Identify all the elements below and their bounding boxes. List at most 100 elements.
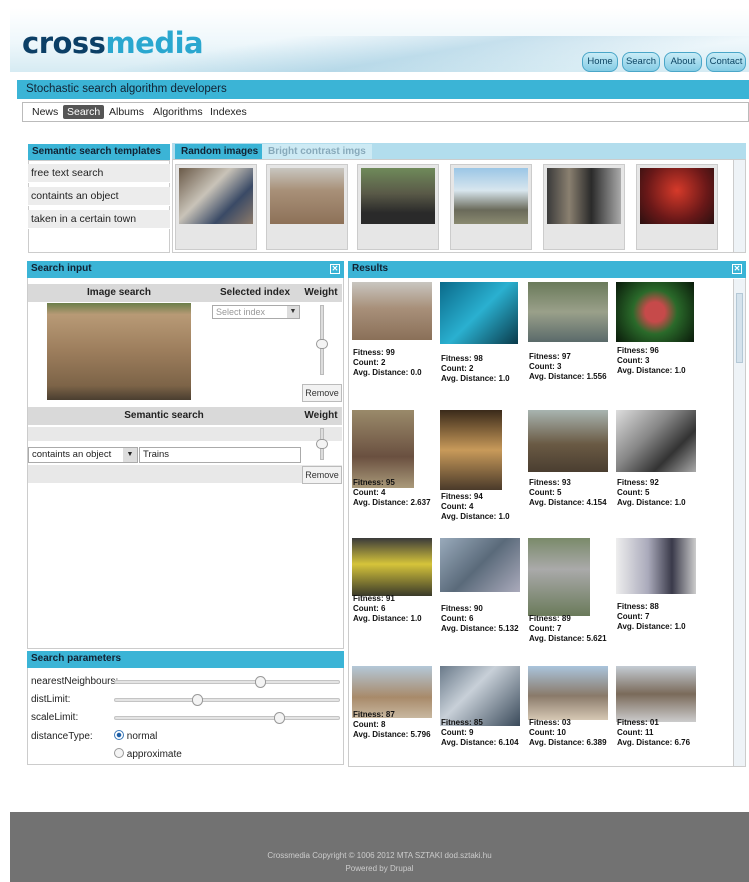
result-avg: Avg. Distance: 5.621 <box>529 634 607 643</box>
result-avg: Avg. Distance: 4.154 <box>529 498 607 507</box>
result-avg: Avg. Distance: 5.796 <box>353 730 431 739</box>
semantic-footer <box>28 465 342 483</box>
result-count: Count: 11 <box>617 728 654 737</box>
nav-about-button[interactable]: About <box>664 52 702 72</box>
slider-knob[interactable] <box>274 712 286 724</box>
tab-random-images[interactable]: Random images <box>175 144 265 159</box>
result-image[interactable] <box>352 410 414 488</box>
strip-thumb[interactable] <box>357 164 439 250</box>
search-input-header: Search input ✕ <box>27 261 344 278</box>
result-image[interactable] <box>352 282 432 340</box>
template-free-text[interactable]: free text search <box>28 164 170 183</box>
param-label-dist: distLimit: <box>31 694 71 705</box>
remove-semantic-button[interactable]: Remove <box>302 466 342 484</box>
menu-item-search[interactable]: Search <box>63 105 105 119</box>
result-image[interactable] <box>616 410 696 472</box>
remove-image-button[interactable]: Remove <box>302 384 342 402</box>
radio-empty-icon <box>114 748 124 758</box>
semantic-value-input[interactable]: Trains <box>139 447 301 463</box>
footer-powered: Powered by Drupal <box>345 864 414 873</box>
result-image[interactable] <box>528 666 608 720</box>
result-count: Count: 4 <box>353 488 386 497</box>
template-certain-town[interactable]: taken in a certain town <box>28 210 170 229</box>
results-title: Results <box>352 263 389 274</box>
strip-scrollbar[interactable] <box>733 160 745 252</box>
result-avg: Avg. Distance: 5.132 <box>441 624 519 633</box>
semantic-search-label: Semantic search <box>28 407 300 425</box>
result-fitness: Fitness: 03 <box>529 718 571 727</box>
result-count: Count: 6 <box>441 614 474 623</box>
index-select[interactable]: Select index ▼ <box>212 305 300 319</box>
chevron-down-icon: ▼ <box>123 448 137 462</box>
tab-bright-contrast[interactable]: Bright contrast imgs <box>262 144 372 159</box>
result-stats: Fitness: 94 Count: 4 Avg. Distance: 1.0 <box>441 492 510 522</box>
site-logo[interactable]: crossmedia <box>22 26 204 60</box>
nav-home-button[interactable]: Home <box>582 52 618 72</box>
result-image[interactable] <box>528 410 608 472</box>
result-avg: Avg. Distance: 1.0 <box>353 614 422 623</box>
image-weight-slider[interactable] <box>316 305 328 375</box>
nav-search-button[interactable]: Search <box>622 52 660 72</box>
results-grid: Fitness: 99 Count: 2 Avg. Distance: 0.0 Fit… <box>352 282 732 766</box>
footer-copyright: Crossmedia Copyright © 1006 2012 MTA SZT… <box>267 851 492 860</box>
template-contains-object[interactable]: containts an object <box>28 187 170 206</box>
nearest-neighbours-slider[interactable] <box>114 676 340 688</box>
strip-thumb[interactable] <box>266 164 348 250</box>
menu-item-algorithms[interactable]: Algorithms <box>153 106 203 118</box>
strip-image <box>179 168 253 224</box>
semantic-weight-slider[interactable] <box>316 428 328 460</box>
result-fitness: Fitness: 01 <box>617 718 659 727</box>
result-image[interactable] <box>528 538 590 616</box>
strip-image <box>361 168 435 224</box>
semantic-type-select[interactable]: containts an object ▼ <box>28 447 138 463</box>
result-avg: Avg. Distance: 1.0 <box>617 622 686 631</box>
close-icon[interactable]: ✕ <box>732 264 742 274</box>
chevron-down-icon: ▼ <box>287 306 299 318</box>
slider-knob[interactable] <box>254 676 266 688</box>
result-count: Count: 6 <box>353 604 386 613</box>
result-image[interactable] <box>528 282 608 342</box>
result-image[interactable] <box>616 282 694 342</box>
radio-approximate[interactable]: approximate <box>114 748 182 760</box>
result-count: Count: 4 <box>441 502 474 511</box>
result-fitness: Fitness: 89 <box>529 614 571 623</box>
menu-item-indexes[interactable]: Indexes <box>210 106 247 118</box>
scale-limit-slider[interactable] <box>114 712 340 724</box>
result-count: Count: 5 <box>617 488 650 497</box>
result-count: Count: 3 <box>617 356 650 365</box>
result-fitness: Fitness: 92 <box>617 478 659 487</box>
result-image[interactable] <box>440 282 518 344</box>
radio-normal[interactable]: normal <box>114 730 157 742</box>
slider-knob[interactable] <box>316 439 328 449</box>
site-footer: Crossmedia Copyright © 1006 2012 MTA SZT… <box>10 812 749 882</box>
slider-knob[interactable] <box>316 339 328 349</box>
strip-thumb[interactable] <box>543 164 625 250</box>
result-image[interactable] <box>440 538 520 592</box>
radio-selected-icon <box>114 730 124 740</box>
strip-thumb[interactable] <box>175 164 257 250</box>
menu-item-news[interactable]: News <box>32 106 58 118</box>
strip-image <box>270 168 344 224</box>
result-image[interactable] <box>616 538 696 594</box>
result-avg: Avg. Distance: 6.76 <box>617 738 691 747</box>
result-image[interactable] <box>440 666 520 726</box>
result-stats: Fitness: 91 Count: 6 Avg. Distance: 1.0 <box>353 594 422 624</box>
results-scrollbar[interactable] <box>733 279 745 766</box>
result-stats: Fitness: 93 Count: 5 Avg. Distance: 4.154 <box>529 478 607 508</box>
result-image[interactable] <box>352 538 432 596</box>
close-icon[interactable]: ✕ <box>330 264 340 274</box>
result-stats: Fitness: 97 Count: 3 Avg. Distance: 1.556 <box>529 352 607 382</box>
scrollbar-thumb[interactable] <box>736 293 743 363</box>
dist-limit-slider[interactable] <box>114 694 340 706</box>
result-image[interactable] <box>616 666 696 722</box>
strip-image <box>640 168 714 224</box>
strip-thumb[interactable] <box>636 164 718 250</box>
result-stats: Fitness: 87 Count: 8 Avg. Distance: 5.796 <box>353 710 431 740</box>
strip-thumb[interactable] <box>450 164 532 250</box>
menu-item-albums[interactable]: Albums <box>109 106 144 118</box>
result-fitness: Fitness: 98 <box>441 354 483 363</box>
nav-contact-button[interactable]: Contact <box>706 52 746 72</box>
result-fitness: Fitness: 99 <box>353 348 395 357</box>
result-image[interactable] <box>440 410 502 490</box>
distance-type-label: distanceType: <box>31 731 93 742</box>
